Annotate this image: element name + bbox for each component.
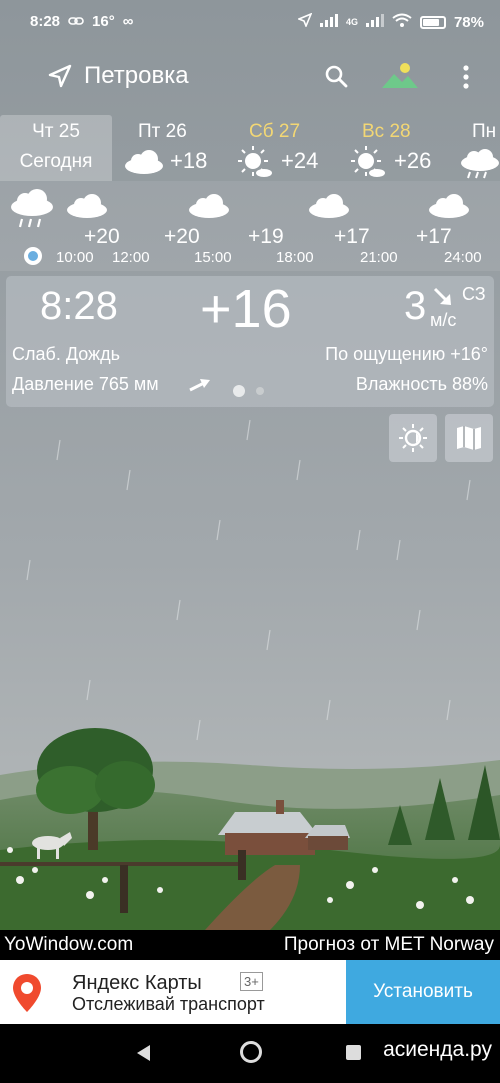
hour-time: 18:00 xyxy=(276,249,314,266)
wifi-icon xyxy=(392,13,412,31)
status-temp-indicator: 16° xyxy=(92,13,115,30)
watermark: асиенда.ру xyxy=(383,1038,492,1061)
navigation-bar: асиенда.ру xyxy=(0,1024,500,1083)
current-time: 8:28 xyxy=(40,284,118,328)
pressure: Давление 765 мм xyxy=(12,374,159,394)
current-conditions-panel[interactable]: 8:28 +16 3 СЗ м/с Слаб. Дождь По ощущени… xyxy=(6,276,494,407)
day-today-label: Сегодня xyxy=(19,151,93,172)
hourly-forecast[interactable]: +20 +20 +19 +17 +17 10:00 12:00 15:00 18… xyxy=(0,181,500,271)
day-temp: +18 xyxy=(170,148,208,173)
battery-percent: 78% xyxy=(453,13,484,31)
weather-condition: Слаб. Дождь xyxy=(12,344,120,364)
hour-temp: +19 xyxy=(248,225,284,248)
map-button[interactable] xyxy=(445,414,493,462)
signal-icon xyxy=(365,13,384,31)
wind-speed: 3 xyxy=(404,284,427,328)
hour-time: 10:00 xyxy=(56,249,94,266)
humidity: Влажность 88% xyxy=(355,374,488,394)
forecast-provider-link[interactable]: Прогноз от MET Norway xyxy=(284,934,494,956)
cloud-icon xyxy=(186,193,232,224)
hour-temp: +20 xyxy=(84,225,120,248)
search-icon[interactable] xyxy=(322,62,352,92)
cloud-icon xyxy=(426,193,472,224)
header: Петровка xyxy=(0,52,500,100)
cloud-icon xyxy=(306,193,352,224)
hour-temp: +17 xyxy=(334,225,370,248)
wind-direction: СЗ xyxy=(462,284,486,304)
sun-cloud-icon xyxy=(237,145,273,184)
rain-cloud-icon xyxy=(458,149,500,181)
ad-title: Яндекс Карты xyxy=(72,972,202,994)
status-time: 8:28 xyxy=(30,13,61,30)
day-today[interactable]: Чт 25 Сегодня xyxy=(0,115,112,181)
daily-forecast: Чт 25 Сегодня Пт 26 +18 Сб 27 +24 Вс 28 … xyxy=(0,115,500,181)
cloud-icon xyxy=(122,149,166,180)
pressure-trend-icon xyxy=(188,374,212,399)
back-icon[interactable] xyxy=(136,1044,152,1067)
ad-subtitle: Отслеживай транспорт xyxy=(72,994,265,1014)
day-item[interactable]: Вс 28 +26 xyxy=(348,115,458,181)
day-name: Сб 27 xyxy=(249,121,301,142)
day-temp: +24 xyxy=(281,148,319,173)
home-icon[interactable] xyxy=(240,1041,262,1063)
cloud-icon xyxy=(64,193,110,224)
hour-time: 12:00 xyxy=(112,249,150,266)
day-item[interactable]: Пт 26 +18 xyxy=(118,115,228,181)
current-time-marker xyxy=(24,247,42,265)
hour-temp: +17 xyxy=(416,225,452,248)
page-indicator xyxy=(232,384,268,403)
hour-time: 24:00 xyxy=(444,249,482,266)
hour-time: 21:00 xyxy=(360,249,398,266)
map-pin-icon xyxy=(10,972,44,1019)
recent-apps-icon[interactable] xyxy=(346,1045,361,1060)
more-vert-icon[interactable] xyxy=(458,62,474,92)
location-arrow-icon xyxy=(296,12,313,31)
sun-cloud-icon xyxy=(350,145,386,184)
yowindow-link[interactable]: YoWindow.com xyxy=(4,934,133,956)
rain-cloud-icon xyxy=(8,189,56,238)
current-temperature: +16 xyxy=(200,279,292,339)
sun-moon-button[interactable] xyxy=(389,414,437,462)
day-item[interactable]: Сб 27 +24 xyxy=(235,115,345,181)
day-name: Пн xyxy=(472,121,497,142)
battery-icon xyxy=(419,15,446,29)
hour-time: 15:00 xyxy=(194,249,232,266)
location-arrow-icon[interactable] xyxy=(48,64,72,93)
day-name: Пт 26 xyxy=(138,121,187,142)
ad-age-rating: 3+ xyxy=(240,972,263,991)
day-item[interactable]: Пн xyxy=(458,115,500,181)
wind-direction-arrow-icon xyxy=(432,286,454,313)
wind-unit: м/с xyxy=(430,310,457,330)
hour-temp: +20 xyxy=(164,225,200,248)
network-type: 4G xyxy=(345,17,358,27)
location-name[interactable]: Петровка xyxy=(84,62,189,90)
infinity-icon: ∞ xyxy=(122,13,134,30)
day-temp: +26 xyxy=(394,148,432,173)
credits-bar: YoWindow.com Прогноз от MET Norway xyxy=(0,930,500,960)
install-button[interactable]: Установить xyxy=(346,960,500,1024)
feels-like: По ощущению +16° xyxy=(325,344,488,364)
day-name: Чт 25 xyxy=(32,121,80,142)
ad-banner[interactable]: Яндекс Карты 3+ Отслеживай транспорт Уст… xyxy=(0,960,500,1024)
status-bar: 8:28 16° ∞ 4G 78% xyxy=(0,0,500,44)
landscape-icon[interactable] xyxy=(380,60,420,94)
link-icon xyxy=(68,13,84,30)
signal-icon xyxy=(319,13,338,31)
day-name: Вс 28 xyxy=(362,121,411,142)
